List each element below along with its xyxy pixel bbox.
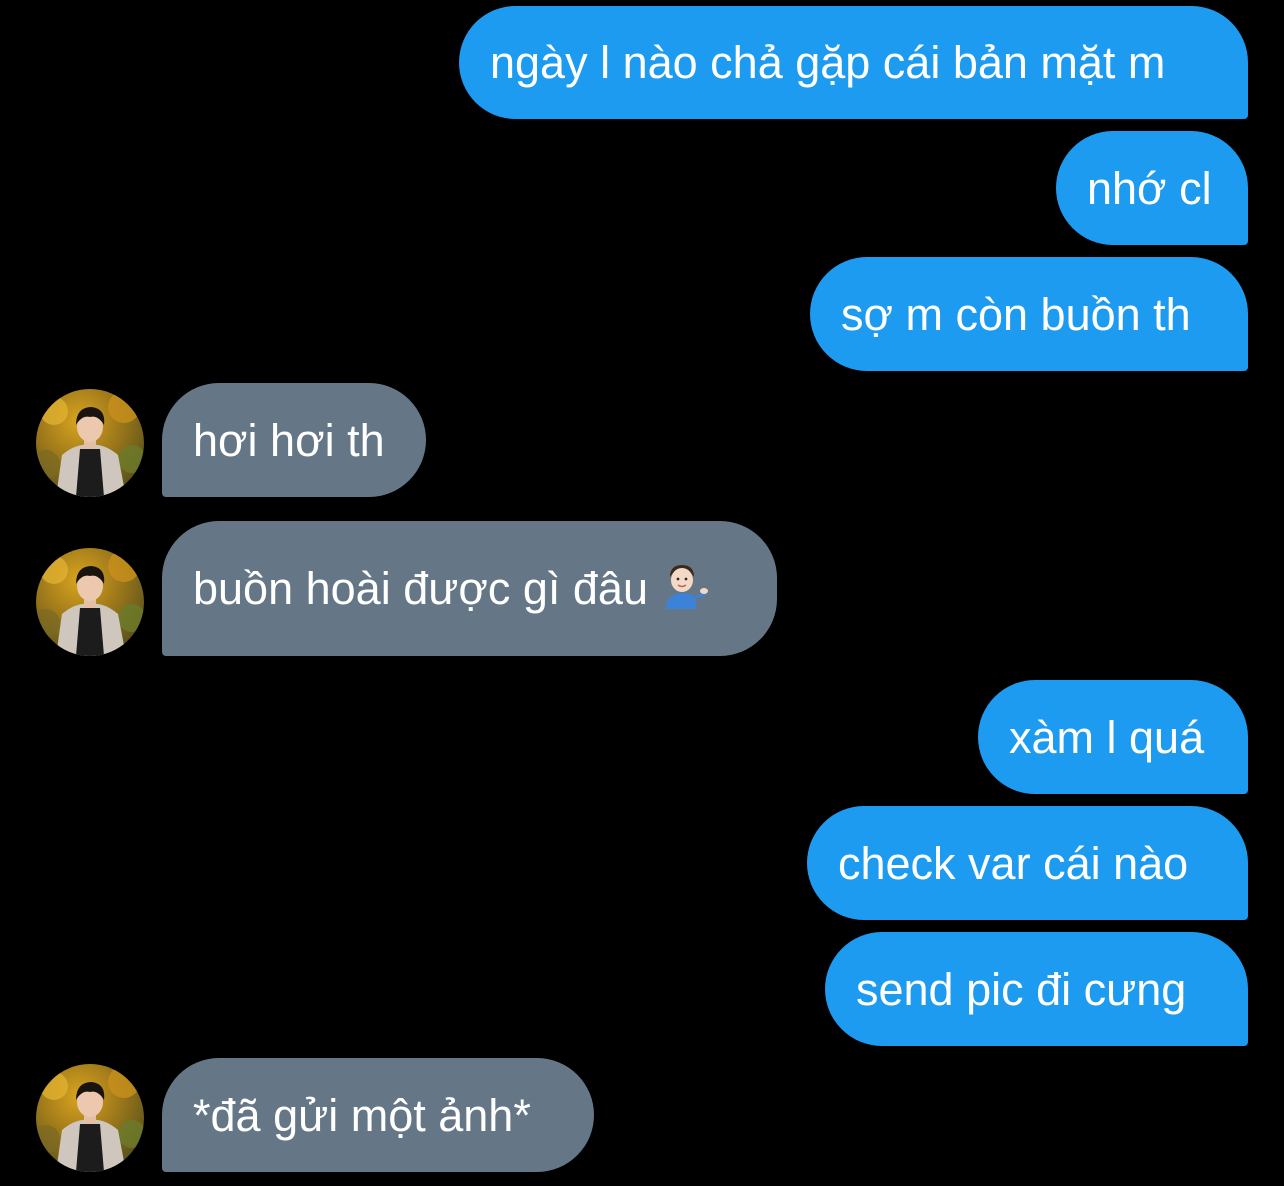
message-bubble-received[interactable]: hơi hơi th — [162, 383, 426, 497]
message-text: nhớ cl — [1087, 162, 1212, 214]
avatar[interactable] — [36, 1064, 144, 1172]
message-bubble-received[interactable]: *đã gửi một ảnh* — [162, 1058, 594, 1172]
message-text: buồn hoài được gì đâu — [193, 563, 648, 614]
message-text: ngày l nào chả gặp cái bản mặt m — [490, 37, 1166, 88]
message-text: hơi hơi th — [193, 414, 385, 466]
user-avatar-photo-icon — [36, 389, 144, 497]
message-text: send pic đi cưng — [856, 963, 1187, 1015]
message-text: *đã gửi một ảnh* — [193, 1089, 531, 1141]
message-bubble-sent[interactable]: nhớ cl — [1056, 131, 1248, 245]
message-bubble-sent[interactable]: ngày l nào chả gặp cái bản mặt m — [459, 6, 1248, 119]
avatar[interactable] — [36, 389, 144, 497]
avatar[interactable] — [36, 548, 144, 656]
message-text: sợ m còn buồn th — [841, 288, 1191, 340]
person-tipping-hand-emoji-icon — [660, 561, 708, 616]
message-text: xàm l quá — [1009, 711, 1205, 763]
message-text: check var cái nào — [838, 837, 1189, 889]
message-bubble-sent[interactable]: check var cái nào — [807, 806, 1248, 920]
message-bubble-sent[interactable]: xàm l quá — [978, 680, 1248, 794]
message-bubble-sent[interactable]: send pic đi cưng — [825, 932, 1248, 1046]
message-bubble-received[interactable]: buồn hoài được gì đâu — [162, 521, 777, 656]
user-avatar-photo-icon — [36, 548, 144, 656]
user-avatar-photo-icon — [36, 1064, 144, 1172]
message-bubble-sent[interactable]: sợ m còn buồn th — [810, 257, 1248, 371]
